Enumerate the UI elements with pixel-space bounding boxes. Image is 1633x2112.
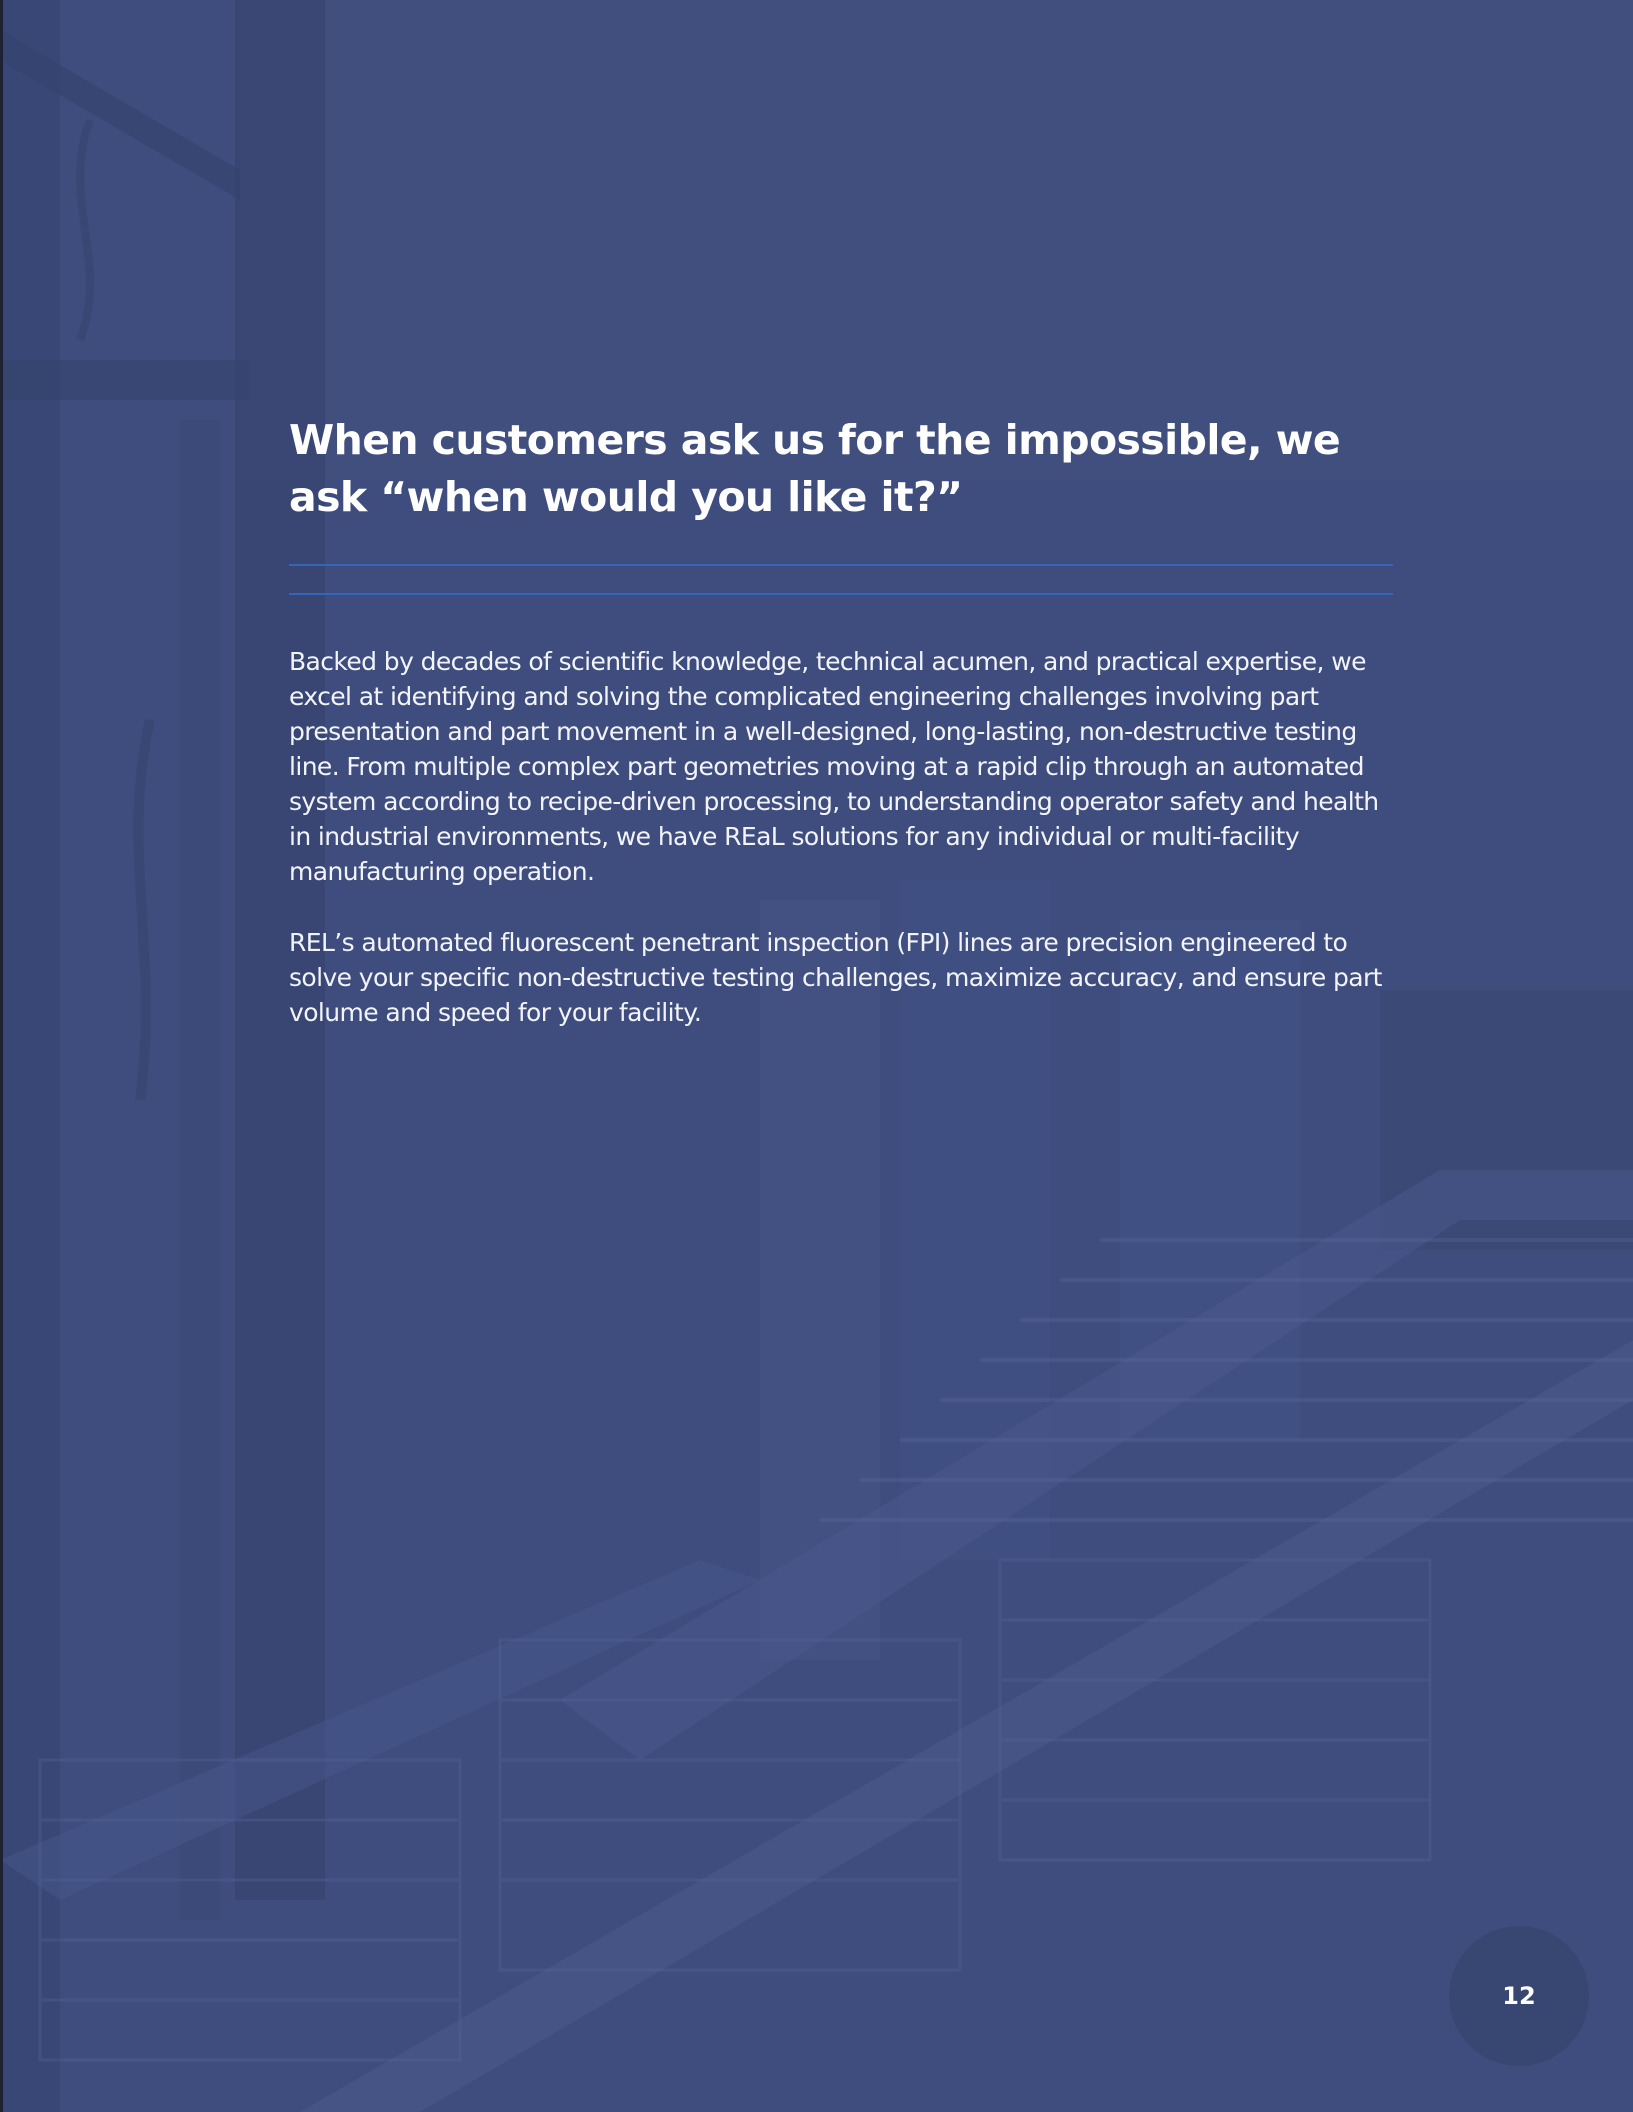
divider-line-top (289, 564, 1393, 566)
page-headline: When customers ask us for the impossible… (289, 416, 1341, 521)
page-edge-shadow (0, 0, 3, 2112)
divider-line-bottom (289, 593, 1393, 595)
headline-block: When customers ask us for the impossible… (289, 412, 1394, 526)
page-number: 12 (1502, 1982, 1536, 2010)
body-paragraph-2: REL’s automated fluorescent penetrant in… (289, 928, 1382, 1027)
factory-background-photo (0, 0, 1633, 2112)
body-paragraph-1: Backed by decades of scientific knowledg… (289, 647, 1379, 886)
brochure-page: When customers ask us for the impossible… (0, 0, 1633, 2112)
